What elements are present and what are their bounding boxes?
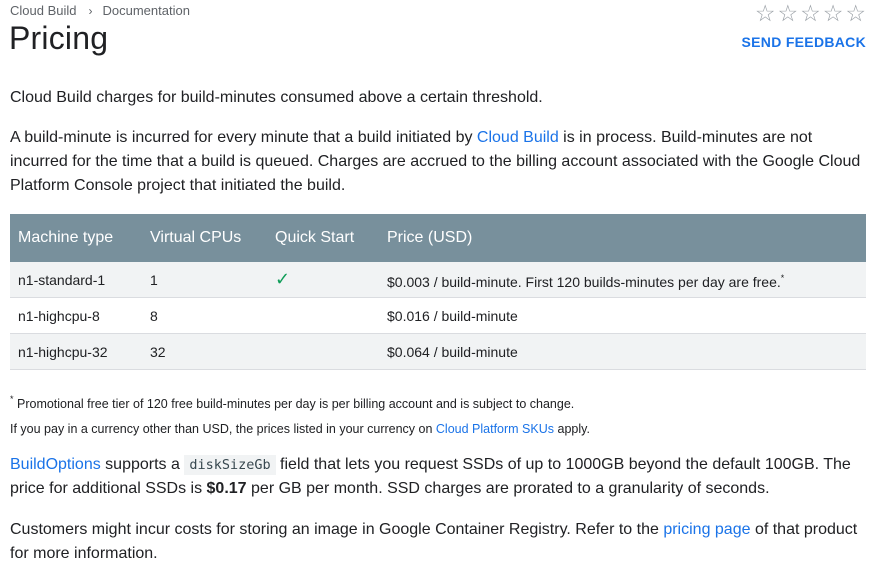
cell-virtual-cpus: 32 bbox=[142, 333, 267, 370]
code-disksizegb: diskSizeGb bbox=[184, 455, 276, 475]
cell-machine-type: n1-highcpu-8 bbox=[10, 297, 142, 334]
cell-virtual-cpus: 1 bbox=[142, 262, 267, 298]
breadcrumb: Cloud Build › Documentation bbox=[10, 3, 190, 18]
paragraph-text: supports a bbox=[100, 456, 185, 473]
star-icon[interactable]: ☆ bbox=[778, 0, 799, 26]
star-icon[interactable]: ☆ bbox=[823, 0, 844, 26]
cell-quick-start bbox=[267, 333, 379, 370]
cell-machine-type: n1-highcpu-32 bbox=[10, 333, 142, 370]
table-header-row: Machine type Virtual CPUs Quick Start Pr… bbox=[10, 214, 866, 262]
build-minute-paragraph: A build-minute is incurred for every min… bbox=[10, 126, 866, 198]
paragraph-text: Customers might incur costs for storing … bbox=[10, 521, 664, 538]
check-icon: ✓ bbox=[275, 269, 291, 289]
footnote-text: If you pay in a currency other than USD,… bbox=[10, 422, 436, 436]
star-icon[interactable]: ☆ bbox=[755, 0, 776, 26]
page-title: Pricing bbox=[9, 20, 109, 56]
footnote-text: Promotional free tier of 120 free build-… bbox=[13, 397, 575, 411]
paragraph-text: per GB per month. SSD charges are prorat… bbox=[246, 480, 770, 497]
footnote-currency: If you pay in a currency other than USD,… bbox=[10, 421, 866, 437]
ssd-paragraph: BuildOptions supports a diskSizeGb field… bbox=[10, 453, 866, 501]
pricing-page-link[interactable]: pricing page bbox=[663, 521, 750, 538]
main-content: Cloud Build charges for build-minutes co… bbox=[10, 86, 866, 566]
cloud-build-link[interactable]: Cloud Build bbox=[477, 129, 559, 146]
footnote-marker: * bbox=[780, 272, 785, 283]
header-virtual-cpus: Virtual CPUs bbox=[142, 214, 267, 262]
cell-price: $0.003 / build-minute. First 120 builds-… bbox=[379, 262, 866, 298]
price-text: $0.003 / build-minute. First 120 builds-… bbox=[387, 273, 781, 290]
header-machine-type: Machine type bbox=[10, 214, 142, 262]
cell-machine-type: n1-standard-1 bbox=[10, 262, 142, 298]
header-price: Price (USD) bbox=[379, 214, 866, 262]
intro-paragraph: Cloud Build charges for build-minutes co… bbox=[10, 89, 543, 106]
cell-virtual-cpus: 8 bbox=[142, 297, 267, 334]
footnote-promo: * Promotional free tier of 120 free buil… bbox=[10, 391, 866, 412]
footnote-text: apply. bbox=[554, 422, 590, 436]
registry-paragraph: Customers might incur costs for storing … bbox=[10, 518, 866, 566]
footnotes: * Promotional free tier of 120 free buil… bbox=[10, 391, 866, 437]
star-icon[interactable]: ☆ bbox=[845, 0, 866, 26]
rating-stars: ☆ ☆ ☆ ☆ ☆ bbox=[755, 0, 866, 26]
buildoptions-link[interactable]: BuildOptions bbox=[10, 456, 101, 473]
breadcrumb-cloud-build[interactable]: Cloud Build bbox=[10, 3, 77, 18]
star-icon[interactable]: ☆ bbox=[800, 0, 821, 26]
send-feedback-button[interactable]: SEND FEEDBACK bbox=[742, 34, 866, 50]
header-quick-start: Quick Start bbox=[267, 214, 379, 262]
cell-quick-start bbox=[267, 297, 379, 334]
cell-price: $0.016 / build-minute bbox=[379, 297, 866, 334]
cell-quick-start: ✓ bbox=[267, 262, 379, 298]
table-row: n1-standard-1 1 ✓ $0.003 / build-minute.… bbox=[10, 262, 866, 298]
ssd-price: $0.17 bbox=[206, 480, 247, 497]
cell-price: $0.064 / build-minute bbox=[379, 333, 866, 370]
cloud-platform-skus-link[interactable]: Cloud Platform SKUs bbox=[436, 422, 554, 436]
table-row: n1-highcpu-8 8 $0.016 / build-minute bbox=[10, 297, 866, 334]
paragraph-text: A build-minute is incurred for every min… bbox=[10, 129, 477, 146]
table-row: n1-highcpu-32 32 $0.064 / build-minute bbox=[10, 333, 866, 370]
chevron-right-icon: › bbox=[88, 3, 93, 18]
pricing-table: Machine type Virtual CPUs Quick Start Pr… bbox=[10, 214, 866, 370]
breadcrumb-documentation[interactable]: Documentation bbox=[103, 3, 190, 18]
